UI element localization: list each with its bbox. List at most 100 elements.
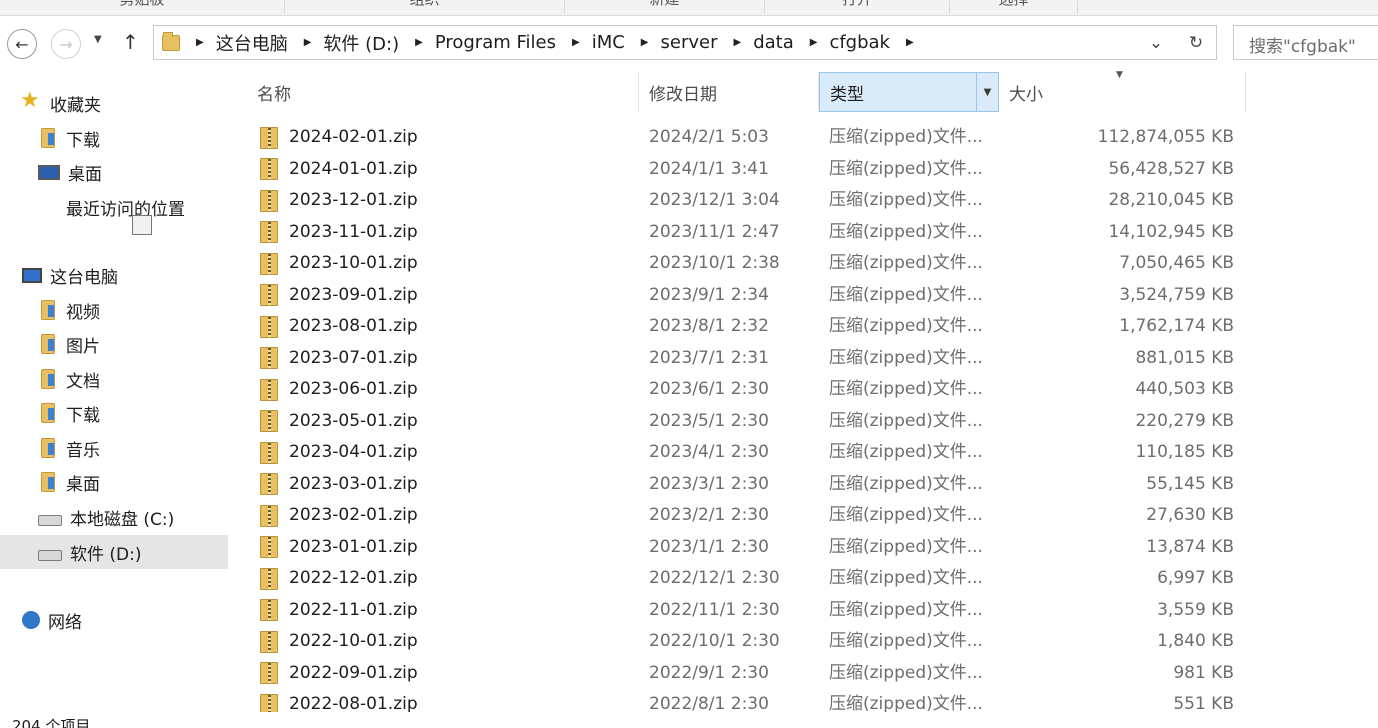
file-row[interactable]: 2023-06-01.zip 2023/6/1 2:30 压缩(zipped)文件.…: [230, 374, 1270, 405]
file-row[interactable]: 2023-05-01.zip 2023/5/1 2:30 压缩(zipped)文件.…: [230, 406, 1270, 437]
breadcrumb-separator-icon[interactable]: ▶: [304, 37, 312, 48]
file-row[interactable]: 2023-08-01.zip 2023/8/1 2:32 压缩(zipped)文件.…: [230, 311, 1270, 342]
ribbon-group-select[interactable]: 选择: [950, 0, 1078, 14]
file-row[interactable]: 2023-03-01.zip 2023/3/1 2:30 压缩(zipped)文件.…: [230, 469, 1270, 500]
file-type: 压缩(zipped)文件...: [829, 631, 983, 651]
file-type: 压缩(zipped)文件...: [829, 568, 983, 588]
file-row[interactable]: 2022-09-01.zip 2022/9/1 2:30 压缩(zipped)文件.…: [230, 658, 1270, 689]
file-name-cell[interactable]: 2022-12-01.zip: [260, 563, 418, 594]
ribbon-group-clipboard[interactable]: 剪贴板: [0, 0, 285, 14]
folder-icon: [162, 31, 180, 51]
file-row[interactable]: 2022-10-01.zip 2022/10/1 2:30 压缩(zipped)文件…: [230, 626, 1270, 657]
file-name-cell[interactable]: 2023-02-01.zip: [260, 500, 418, 531]
sidebar-item-desktop-pc[interactable]: 桌面: [38, 465, 100, 499]
sidebar-item-desktop[interactable]: 桌面: [38, 155, 102, 189]
sidebar-this-pc[interactable]: 这台电脑: [22, 258, 118, 292]
file-row[interactable]: 2023-09-01.zip 2023/9/1 2:34 压缩(zipped)文件.…: [230, 280, 1270, 311]
file-name-cell[interactable]: 2023-10-01.zip: [260, 248, 418, 279]
file-name-cell[interactable]: 2022-11-01.zip: [260, 595, 418, 626]
file-name-cell[interactable]: 2022-10-01.zip: [260, 626, 418, 657]
file-name-cell[interactable]: 2023-09-01.zip: [260, 280, 418, 311]
breadcrumb-separator-icon[interactable]: ▶: [572, 37, 580, 48]
file-name: 2024-02-01.zip: [289, 127, 418, 147]
file-date: 2023/3/1 2:30: [649, 473, 769, 494]
back-button[interactable]: ←: [7, 29, 37, 59]
ribbon-group-new[interactable]: 新建: [565, 0, 765, 14]
sidebar-item-documents[interactable]: 文档: [38, 362, 100, 396]
file-row[interactable]: 2022-12-01.zip 2022/12/1 2:30 压缩(zipped)文件…: [230, 563, 1270, 594]
breadcrumb-this-pc[interactable]: 这台电脑: [216, 30, 288, 56]
sidebar-favorites[interactable]: 收藏夹: [20, 86, 101, 120]
forward-button[interactable]: →: [51, 29, 81, 59]
file-name-cell[interactable]: 2023-07-01.zip: [260, 343, 418, 374]
breadcrumb-program-files[interactable]: Program Files: [435, 32, 556, 53]
ribbon-group-organize[interactable]: 组织: [285, 0, 565, 14]
file-row[interactable]: 2023-07-01.zip 2023/7/1 2:31 压缩(zipped)文件.…: [230, 343, 1270, 374]
file-row[interactable]: 2023-04-01.zip 2023/4/1 2:30 压缩(zipped)文件.…: [230, 437, 1270, 468]
breadcrumb-data[interactable]: data: [753, 32, 794, 53]
up-button[interactable]: ↑: [122, 30, 139, 54]
search-input[interactable]: 搜索"cfgbak": [1233, 25, 1378, 60]
breadcrumb-separator-icon[interactable]: ▶: [906, 37, 914, 48]
column-header-type[interactable]: 类型 ▼: [819, 72, 999, 112]
address-history-dropdown-icon[interactable]: ⌄: [1149, 33, 1163, 53]
sidebar-item-recent-places[interactable]: 最近访问的位置: [38, 190, 185, 235]
sidebar-item-videos[interactable]: 视频: [38, 293, 100, 327]
breadcrumb-drive-d[interactable]: 软件 (D:): [323, 30, 399, 56]
column-header-date[interactable]: 修改日期: [639, 72, 819, 112]
sidebar-item-downloads-pc[interactable]: 下载: [38, 396, 100, 430]
file-row[interactable]: 2023-01-01.zip 2023/1/1 2:30 压缩(zipped)文件.…: [230, 532, 1270, 563]
hard-drive-icon: [38, 549, 62, 561]
sidebar-item-pictures[interactable]: 图片: [38, 327, 100, 361]
file-name: 2023-03-01.zip: [289, 473, 418, 494]
refresh-icon[interactable]: ↻: [1189, 33, 1203, 53]
file-name-cell[interactable]: 2023-04-01.zip: [260, 437, 418, 468]
breadcrumb-separator-icon[interactable]: ▶: [196, 37, 204, 48]
file-date: 2024/1/1 3:41: [649, 158, 769, 179]
column-filter-dropdown-icon[interactable]: ▼: [976, 73, 998, 111]
file-row[interactable]: 2023-10-01.zip 2023/10/1 2:38 压缩(zipped)文件…: [230, 248, 1270, 279]
file-name-cell[interactable]: 2022-08-01.zip: [260, 689, 418, 712]
file-row[interactable]: 2023-12-01.zip 2023/12/1 3:04 压缩(zipped)文件…: [230, 185, 1270, 216]
sidebar-item-music[interactable]: 音乐: [38, 431, 100, 465]
file-name-cell[interactable]: 2023-12-01.zip: [260, 185, 418, 216]
address-bar[interactable]: ▶ 这台电脑 ▶ 软件 (D:) ▶ Program Files ▶ iMC ▶…: [153, 25, 1217, 60]
file-name-cell[interactable]: 2022-09-01.zip: [260, 658, 418, 689]
file-name-cell[interactable]: 2024-02-01.zip: [260, 122, 418, 153]
recent-locations-button[interactable]: ▼: [94, 34, 102, 45]
sidebar-item-drive-c[interactable]: 本地磁盘 (C:): [38, 500, 174, 534]
ribbon-group-open[interactable]: 打开: [765, 0, 950, 14]
file-name-cell[interactable]: 2023-11-01.zip: [260, 217, 418, 248]
file-row[interactable]: 2022-08-01.zip 2022/8/1 2:30 压缩(zipped)文件.…: [230, 689, 1270, 712]
breadcrumb-server[interactable]: server: [661, 32, 718, 53]
zip-file-icon: [260, 662, 278, 684]
file-row[interactable]: 2023-02-01.zip 2023/2/1 2:30 压缩(zipped)文件.…: [230, 500, 1270, 531]
file-type: 压缩(zipped)文件...: [829, 284, 983, 305]
file-row[interactable]: 2024-01-01.zip 2024/1/1 3:41 压缩(zipped)文件.…: [230, 154, 1270, 185]
file-date: 2023/12/1 3:04: [649, 190, 780, 210]
breadcrumb-imc[interactable]: iMC: [592, 32, 625, 53]
breadcrumb-separator-icon[interactable]: ▶: [733, 37, 741, 48]
file-type: 压缩(zipped)文件...: [829, 599, 983, 620]
file-name-cell[interactable]: 2023-08-01.zip: [260, 311, 418, 342]
column-header-label: 修改日期: [649, 84, 717, 105]
file-name: 2022-09-01.zip: [289, 662, 418, 683]
file-row[interactable]: 2023-11-01.zip 2023/11/1 2:47 压缩(zipped)文件…: [230, 217, 1270, 248]
zip-file-icon: [260, 567, 278, 590]
breadcrumb-separator-icon[interactable]: ▶: [415, 37, 423, 48]
sidebar-item-drive-d[interactable]: 软件 (D:): [0, 535, 228, 569]
file-name-cell[interactable]: 2023-06-01.zip: [260, 374, 418, 405]
file-date: 2023/11/1 2:47: [649, 221, 780, 242]
file-name-cell[interactable]: 2023-01-01.zip: [260, 532, 418, 563]
column-header-name[interactable]: 名称: [247, 72, 639, 112]
breadcrumb-separator-icon[interactable]: ▶: [810, 37, 818, 48]
sidebar-network[interactable]: 网络: [22, 603, 82, 637]
file-row[interactable]: 2022-11-01.zip 2022/11/1 2:30 压缩(zipped)文件…: [230, 595, 1270, 626]
file-name-cell[interactable]: 2023-05-01.zip: [260, 406, 418, 437]
file-name-cell[interactable]: 2023-03-01.zip: [260, 469, 418, 500]
breadcrumb-cfgbak[interactable]: cfgbak: [829, 32, 890, 53]
breadcrumb-separator-icon[interactable]: ▶: [641, 37, 649, 48]
file-row[interactable]: 2024-02-01.zip 2024/2/1 5:03 压缩(zipped)文件.…: [230, 122, 1270, 153]
sidebar-item-downloads[interactable]: 下载: [38, 121, 100, 155]
file-name-cell[interactable]: 2024-01-01.zip: [260, 154, 418, 185]
